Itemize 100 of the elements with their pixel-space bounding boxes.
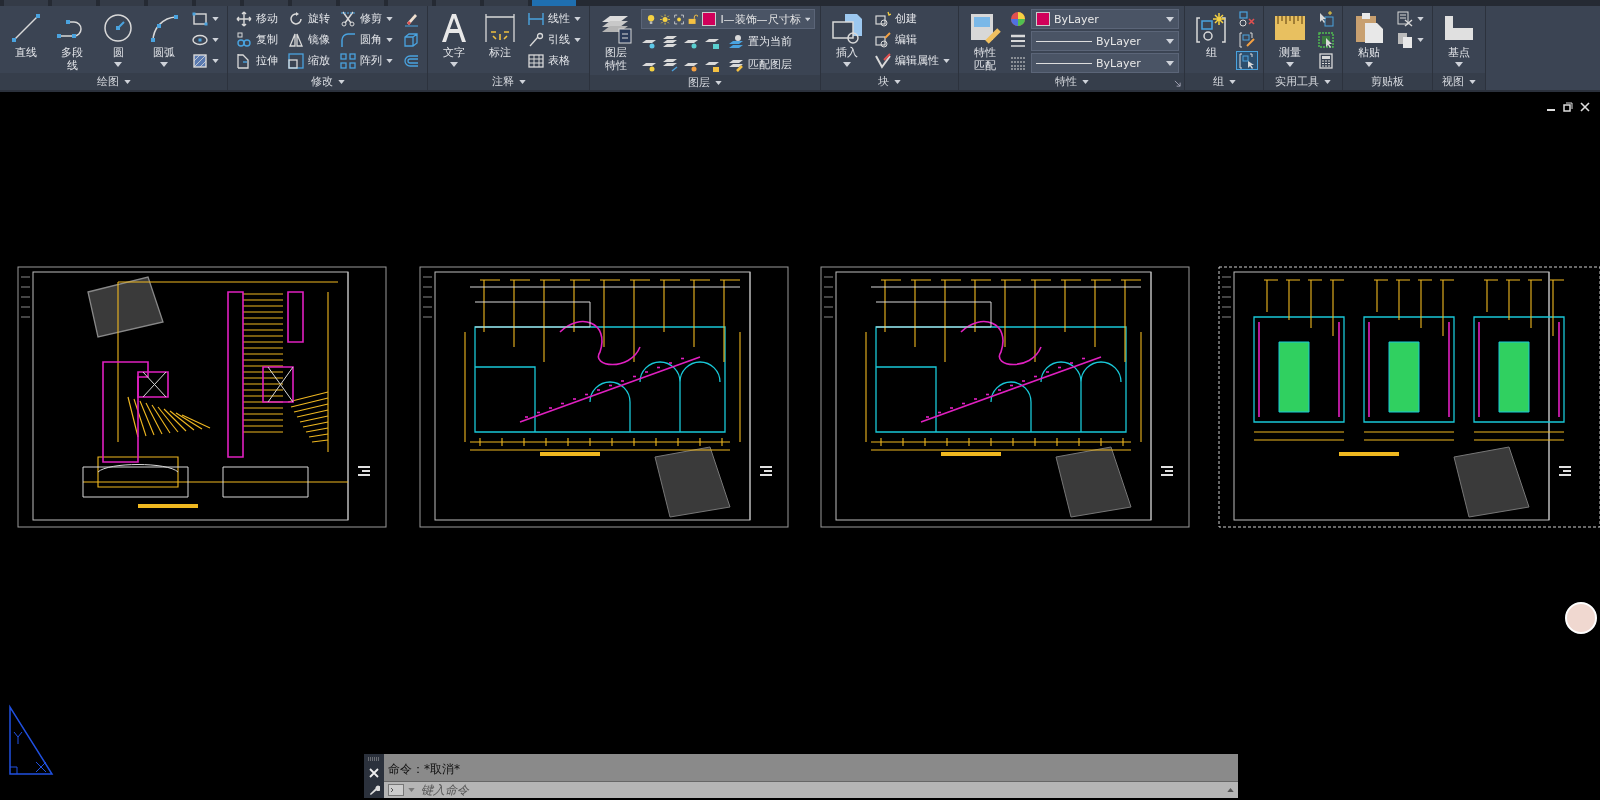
ribbon-button[interactable]: 编辑属性 xyxy=(872,51,953,70)
ribbon-button[interactable]: 拉伸 xyxy=(233,51,281,70)
ribbon-button[interactable]: 标注 xyxy=(479,9,521,60)
panel-title[interactable]: 修改 xyxy=(310,74,333,89)
ribbon-button[interactable]: 多段线 xyxy=(51,9,93,73)
ribbon-button[interactable]: 组 xyxy=(1190,9,1232,60)
panel-title[interactable]: 图层 xyxy=(688,75,710,90)
ribbon-button[interactable]: 粘贴 xyxy=(1348,9,1390,68)
ribbon-button[interactable]: 表格 xyxy=(525,51,584,70)
close-icon[interactable] xyxy=(1580,102,1590,112)
caret-icon xyxy=(1417,16,1424,21)
caret-icon xyxy=(574,37,581,42)
grip-icon[interactable] xyxy=(368,757,380,761)
layer-icon[interactable] xyxy=(662,56,678,73)
ribbon-button[interactable]: 测量 xyxy=(1269,9,1311,68)
ribbon-button[interactable]: 圆 xyxy=(97,9,139,68)
layer-dropdown[interactable]: I—装饰—尺寸标 xyxy=(641,9,815,29)
line-icon xyxy=(10,12,42,44)
prompt-icon[interactable] xyxy=(388,784,404,796)
ribbon-button[interactable]: 引线 xyxy=(525,30,584,49)
caret-icon xyxy=(1166,60,1174,66)
ribbon-button[interactable]: 修剪 xyxy=(337,9,396,28)
property-dropdown[interactable]: ByLayer xyxy=(1031,31,1179,51)
avatar-circle[interactable] xyxy=(1565,602,1597,634)
ribbon-button[interactable]: 文字 xyxy=(433,9,475,68)
caret-icon[interactable] xyxy=(1081,79,1089,84)
scale-icon xyxy=(288,52,304,69)
ribbon-button[interactable]: 基点 xyxy=(1438,9,1480,68)
cube-icon xyxy=(403,31,419,48)
ribbon-button[interactable]: 直线 xyxy=(5,9,47,60)
offset-icon xyxy=(403,52,419,69)
ribbon-button[interactable]: 复制 xyxy=(233,30,281,49)
property-value: ByLayer xyxy=(1096,56,1141,70)
layer-name: I—装饰—尺寸标 xyxy=(720,11,801,27)
property-value: ByLayer xyxy=(1054,12,1099,26)
ribbon-button[interactable]: 置为当前 xyxy=(725,32,795,51)
caret-icon[interactable] xyxy=(518,79,526,84)
ribbon-button[interactable]: 匹配图层 xyxy=(725,55,795,74)
sun-icon xyxy=(660,11,671,27)
attribute-edit-icon xyxy=(875,52,891,69)
caret-icon[interactable] xyxy=(1324,79,1331,84)
rotate-icon xyxy=(288,10,304,27)
ribbon-button[interactable]: 编辑 xyxy=(872,30,953,49)
ribbon-button[interactable]: 线性 xyxy=(525,9,584,28)
caret-icon xyxy=(1365,62,1373,67)
linetype-icon[interactable] xyxy=(1010,55,1026,71)
caret-icon[interactable] xyxy=(1228,79,1236,84)
ribbon-button[interactable]: 圆弧 xyxy=(143,9,185,68)
circle-icon xyxy=(102,12,134,44)
property-dropdown[interactable]: ByLayer xyxy=(1031,9,1179,29)
tool-button[interactable] xyxy=(1236,51,1258,70)
select-all-icon xyxy=(1318,31,1334,48)
caret-icon xyxy=(843,62,851,67)
tool-button[interactable] xyxy=(1236,30,1258,49)
lineweight-icon[interactable] xyxy=(1010,33,1026,49)
caret-icon[interactable] xyxy=(337,79,345,84)
caret-icon[interactable] xyxy=(1469,79,1476,84)
tool-button[interactable] xyxy=(1236,9,1258,28)
ribbon-button[interactable]: 镜像 xyxy=(285,30,333,49)
caret-icon[interactable] xyxy=(715,80,722,85)
caret-icon xyxy=(386,16,393,21)
quick-select-icon xyxy=(1318,10,1334,27)
panel-title[interactable]: 组 xyxy=(1212,74,1224,89)
command-history: 命令：*取消* xyxy=(384,754,1238,782)
layer-icon[interactable] xyxy=(662,33,678,50)
panel-title[interactable]: 特性 xyxy=(1054,74,1077,89)
wrench-icon[interactable] xyxy=(368,784,380,795)
color-wheel-icon[interactable] xyxy=(1010,11,1026,27)
ribbon-button[interactable]: 图层特性 xyxy=(595,9,637,73)
panel-title[interactable]: 块 xyxy=(878,74,889,89)
close-icon[interactable] xyxy=(369,767,379,778)
ribbon-button[interactable]: 特性匹配 xyxy=(964,9,1006,73)
ribbon-button[interactable]: 阵列 xyxy=(337,51,396,70)
ribbon-button[interactable]: 插入 xyxy=(826,9,868,68)
insert-block-icon xyxy=(831,12,863,44)
property-dropdown[interactable]: ByLayer xyxy=(1031,53,1179,73)
restore-icon[interactable] xyxy=(1563,102,1573,112)
arc-icon xyxy=(148,12,180,44)
tool-button[interactable] xyxy=(1315,30,1337,49)
ungroup-icon xyxy=(1239,10,1255,27)
panel-title[interactable]: 绘图 xyxy=(96,74,119,89)
dialog-launcher-icon[interactable] xyxy=(1174,80,1181,87)
caret-up-icon[interactable] xyxy=(1227,788,1234,792)
ribbon-button[interactable]: 旋转 xyxy=(285,9,333,28)
block-edit-icon xyxy=(875,31,891,48)
ribbon-button[interactable]: 缩放 xyxy=(285,51,333,70)
ribbon-button[interactable]: 圆角 xyxy=(337,30,396,49)
ribbon-button[interactable]: 创建 xyxy=(872,9,953,28)
panel-title[interactable]: 注释 xyxy=(491,74,514,89)
caret-icon xyxy=(1166,38,1174,44)
stretch-icon xyxy=(236,52,252,69)
panel-title[interactable]: 实用工具 xyxy=(1275,74,1319,89)
caret-icon xyxy=(943,58,950,63)
caret-icon[interactable] xyxy=(123,79,131,84)
ribbon-button[interactable]: 移动 xyxy=(233,9,281,28)
panel-title[interactable]: 视图 xyxy=(1442,74,1464,89)
calculator-icon xyxy=(1318,52,1334,69)
table-icon xyxy=(528,52,544,69)
panel-title[interactable]: 剪贴板 xyxy=(1371,74,1404,89)
caret-icon[interactable] xyxy=(894,79,901,84)
